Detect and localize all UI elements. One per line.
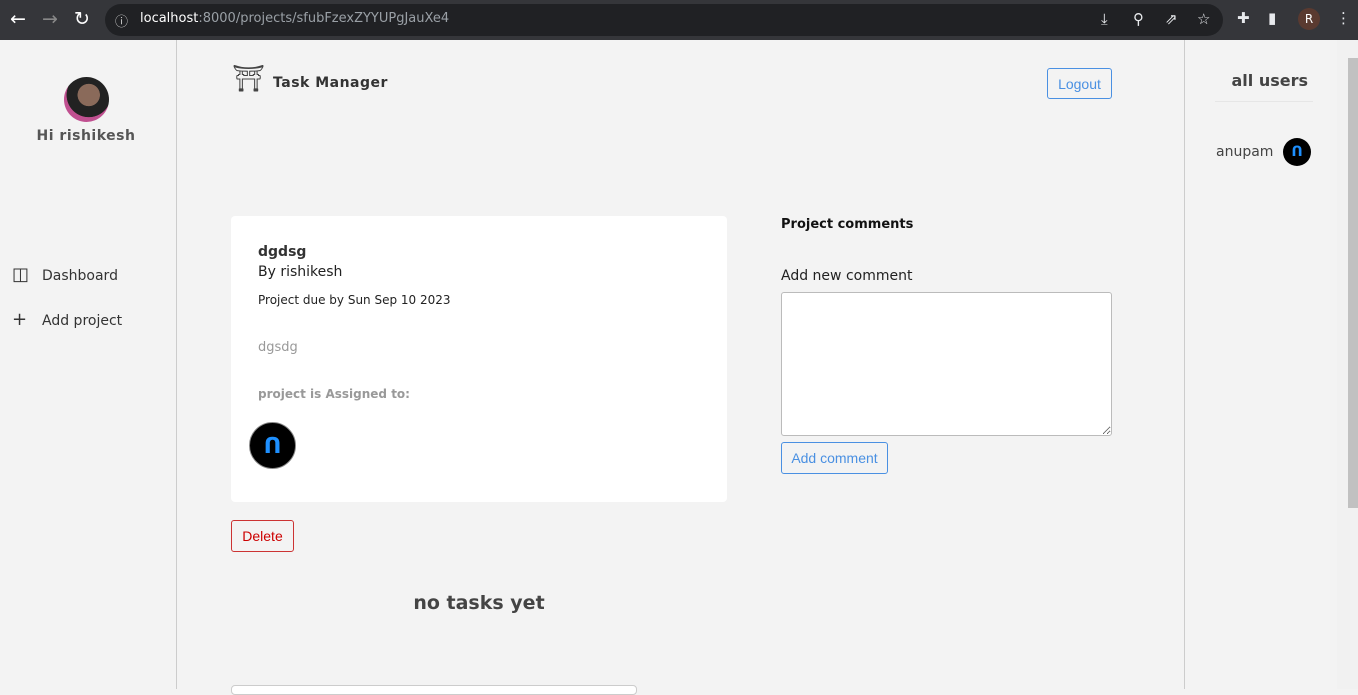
comments-title: Project comments [781,217,914,232]
comment-label: Add new comment [781,268,913,284]
url-host: localhost [140,11,199,26]
side-panel-icon[interactable]: ▮ [1268,9,1276,27]
greeting: Hi rishikesh [36,128,136,144]
logout-button[interactable]: Logout [1047,68,1112,99]
project-card: dgdsg By rishikesh Project due by Sun Se… [231,216,727,502]
menu-icon[interactable]: ⋮ [1336,9,1351,27]
install-icon[interactable]: ⤓ [1101,10,1108,28]
plus-icon: + [12,309,28,330]
forward-icon[interactable]: → [42,8,58,30]
address-bar[interactable]: ⓘ localhost:8000/projects/sfubFzexZYYUPg… [105,4,1223,36]
share-icon[interactable]: ⇗ [1165,10,1178,28]
project-name: dgdsg [258,244,307,260]
divider [1215,101,1313,102]
bookmark-star-icon[interactable]: ☆ [1197,10,1210,28]
browser-toolbar: ← → ↻ ⓘ localhost:8000/projects/sfubFzex… [0,0,1358,40]
project-author: By rishikesh [258,264,343,280]
extensions-icon[interactable]: ✚ [1237,9,1250,27]
right-sidebar: all users anupam ᑎ [1184,40,1337,689]
no-tasks-message: no tasks yet [413,592,545,614]
task-form-card [231,685,637,695]
layout-icon: ◫ [12,264,30,285]
temple-logo-icon: ⛩ [232,64,266,94]
user-avatar [64,77,109,122]
sidebar-item-dashboard[interactable]: ◫ Dashboard [12,264,118,285]
project-description: dgsdg [258,340,298,355]
url-path: :8000/projects/sfubFzexZYYUPgJauXe4 [198,11,450,26]
scrollbar-thumb[interactable] [1348,58,1358,508]
user-avatar[interactable]: ᑎ [1283,138,1311,166]
info-icon[interactable]: ⓘ [115,11,128,30]
sidebar-item-add-project[interactable]: + Add project [12,309,122,330]
user-name[interactable]: anupam [1216,144,1273,160]
add-comment-button[interactable]: Add comment [781,442,888,474]
delete-button[interactable]: Delete [231,520,294,552]
assignee-avatar: ᑎ [249,422,296,469]
app-title: Task Manager [273,75,388,91]
sidebar-item-label: Dashboard [42,268,118,284]
profile-avatar[interactable]: R [1298,8,1320,30]
sidebar-item-label: Add project [42,313,123,329]
comment-input[interactable] [781,292,1112,436]
left-sidebar: Hi rishikesh ◫ Dashboard + Add project [0,40,177,689]
zoom-icon[interactable]: ⚲ [1133,10,1144,28]
assigned-label: project is Assigned to: [258,387,410,401]
reload-icon[interactable]: ↻ [74,8,90,30]
users-title: all users [1231,71,1308,90]
project-due-date: Project due by Sun Sep 10 2023 [258,293,451,307]
back-icon[interactable]: ← [10,8,26,30]
